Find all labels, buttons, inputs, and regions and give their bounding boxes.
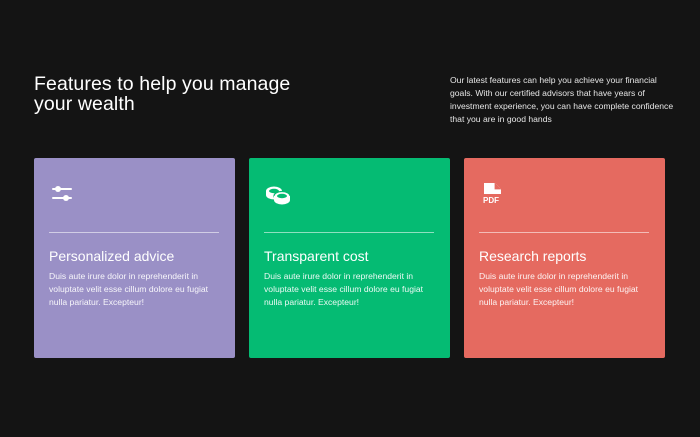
coins-icon (265, 182, 291, 206)
card-divider (264, 232, 434, 233)
feature-card-personalized-advice[interactable]: Personalized advice Duis aute irure dolo… (34, 158, 235, 358)
sliders-icon (50, 182, 76, 206)
feature-title: Personalized advice (49, 248, 175, 264)
feature-title: Research reports (479, 248, 587, 264)
feature-card-transparent-cost[interactable]: Transparent cost Duis aute irure dolor i… (249, 158, 450, 358)
feature-cards: Personalized advice Duis aute irure dolo… (34, 158, 666, 358)
section-heading: Features to help you manage your wealth (34, 73, 291, 115)
pdf-icon-label: PDF (483, 196, 499, 205)
pdf-file-icon: PDF (480, 182, 506, 206)
feature-title: Transparent cost (264, 248, 369, 264)
card-divider (49, 232, 219, 233)
section-intro: Our latest features can help you achieve… (450, 75, 674, 124)
card-divider (479, 232, 649, 233)
feature-description: Duis aute irure dolor in reprehenderit i… (479, 271, 639, 307)
feature-description: Duis aute irure dolor in reprehenderit i… (264, 271, 424, 307)
feature-card-research-reports[interactable]: PDF Research reports Duis aute irure dol… (464, 158, 665, 358)
feature-description: Duis aute irure dolor in reprehenderit i… (49, 271, 209, 307)
features-section: Features to help you manage your wealth … (0, 0, 700, 437)
